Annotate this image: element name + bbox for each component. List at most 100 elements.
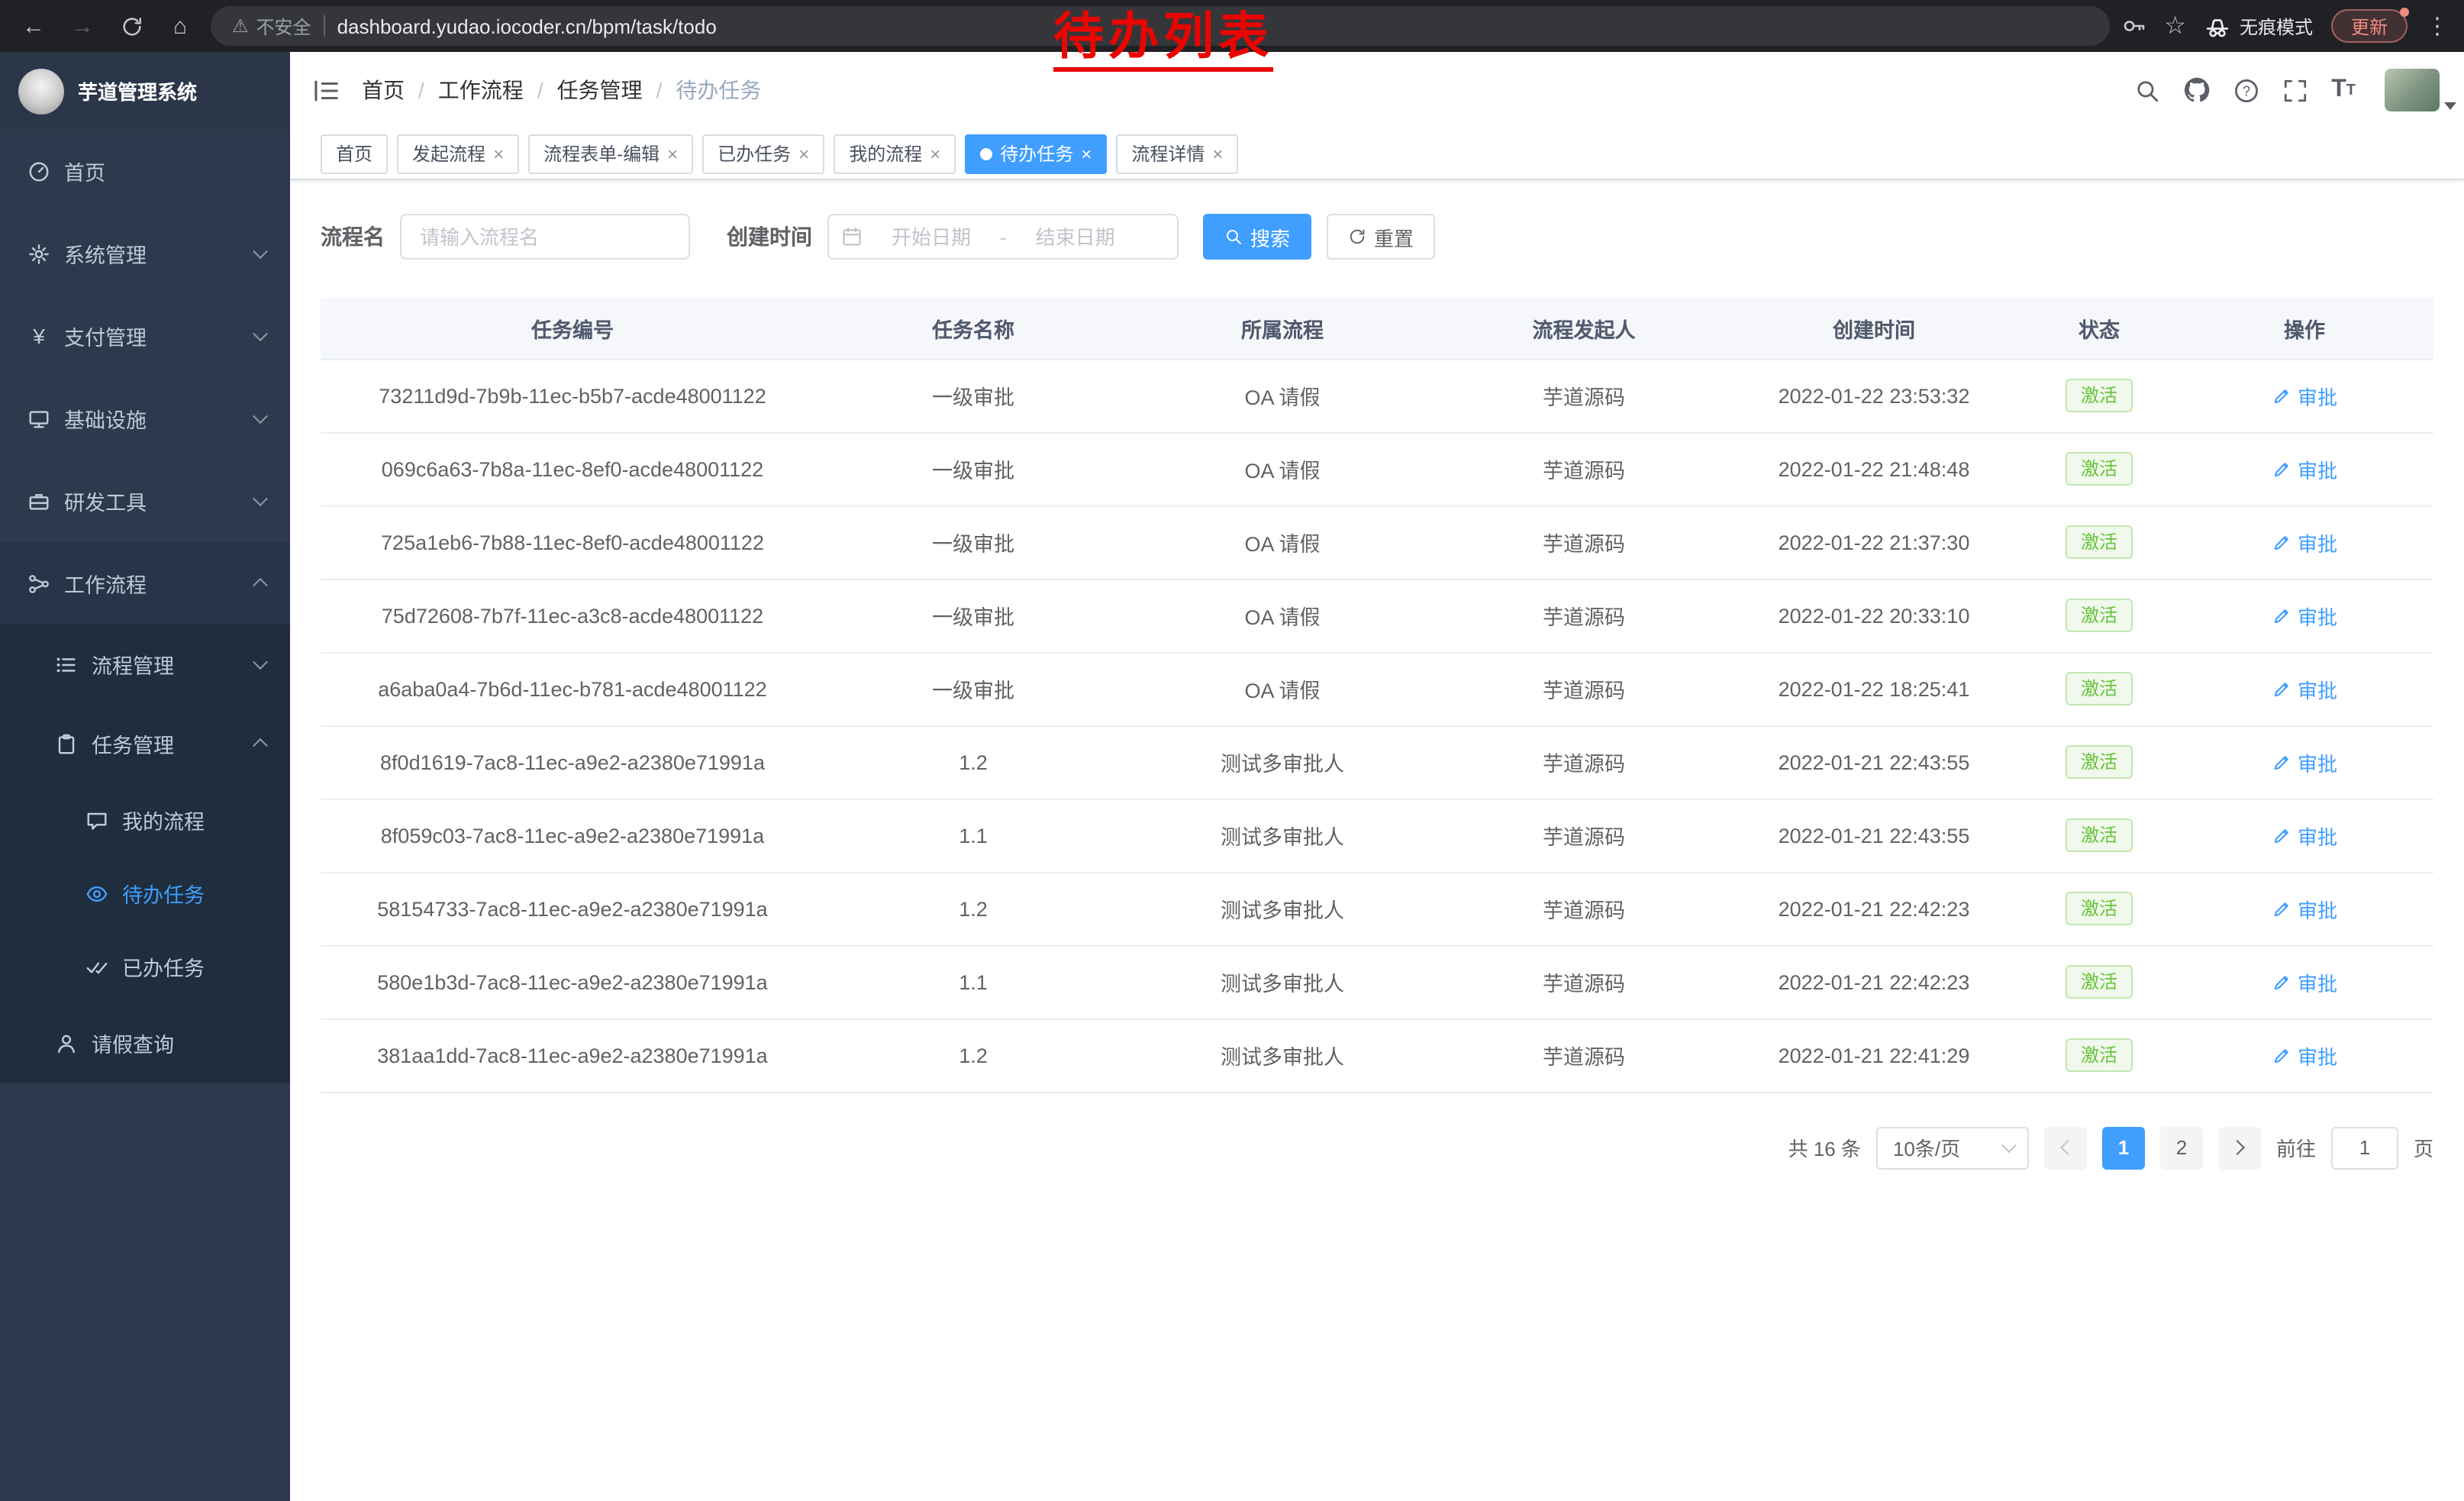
prev-page-button[interactable] (2044, 1126, 2087, 1169)
approve-link[interactable]: 审批 (2272, 894, 2337, 923)
update-button[interactable]: 更新 (2331, 9, 2408, 43)
page-size-select[interactable]: 10条/页 (1876, 1126, 2029, 1169)
tab-process-detail[interactable]: 流程详情 × (1116, 134, 1238, 173)
double-check-icon (85, 955, 108, 978)
sidebar-item-leave-query[interactable]: 请假查询 (0, 1003, 290, 1083)
sidebar-item-devtools[interactable]: 研发工具 (0, 460, 290, 542)
reset-button[interactable]: 重置 (1327, 214, 1435, 260)
sidebar-fold-icon[interactable] (311, 76, 340, 105)
breadcrumb-item[interactable]: 任务管理 (557, 75, 643, 105)
breadcrumb-separator: / (537, 78, 543, 102)
close-icon[interactable]: × (1081, 144, 1092, 163)
breadcrumb-item[interactable]: 工作流程 (438, 75, 524, 105)
sidebar-item-infra[interactable]: 基础设施 (0, 377, 290, 460)
table-row: 8f0d1619-7ac8-11ec-a9e2-a2380e71991a 1.2… (321, 725, 2433, 799)
warning-icon: ⚠ (232, 15, 249, 37)
approve-link[interactable]: 审批 (2272, 747, 2337, 776)
user-avatar[interactable] (2385, 69, 2440, 111)
help-icon[interactable]: ? (2233, 77, 2259, 103)
status-cell: 激活 (2023, 505, 2175, 579)
sidebar-item-system[interactable]: 系统管理 (0, 212, 290, 295)
column-header: 状态 (2023, 298, 2175, 359)
avatar (2385, 69, 2440, 111)
tab-home[interactable]: 首页 (321, 134, 388, 173)
start-date-input[interactable] (869, 225, 994, 248)
task-name-cell: 1.1 (824, 799, 1122, 872)
table-row: a6aba0a4-7b6d-11ec-b781-acde48001122 一级审… (321, 652, 2433, 725)
close-icon[interactable]: × (798, 144, 809, 163)
initiator-cell: 芋道源码 (1443, 579, 1725, 652)
sidebar-item-label: 基础设施 (64, 403, 147, 434)
approve-link[interactable]: 审批 (2272, 381, 2337, 410)
process-name-input[interactable] (400, 214, 690, 260)
browser-forward-icon[interactable]: → (64, 8, 101, 44)
key-icon[interactable] (2121, 14, 2146, 38)
search-button[interactable]: 搜索 (1203, 214, 1311, 260)
sidebar-item-label: 工作流程 (64, 568, 147, 599)
annotation-text: 待办列表 (1053, 9, 1273, 73)
incognito-badge: 无痕模式 (2204, 13, 2313, 39)
workflow-icon (27, 572, 50, 595)
search-icon[interactable] (2134, 77, 2160, 103)
next-page-button[interactable] (2218, 1126, 2261, 1169)
tab-form-edit[interactable]: 流程表单-编辑 × (528, 134, 693, 173)
main-area: 首页 / 工作流程 / 任务管理 / 待办任务 (290, 52, 2464, 1501)
approve-link[interactable]: 审批 (2272, 674, 2337, 703)
tab-start-process[interactable]: 发起流程 × (397, 134, 519, 173)
sidebar-item-home[interactable]: 首页 (0, 130, 290, 212)
approve-link[interactable]: 审批 (2272, 601, 2337, 630)
logo-bar[interactable]: 芋道管理系统 (0, 52, 290, 130)
browser-home-icon[interactable]: ⌂ (162, 8, 198, 44)
close-icon[interactable]: × (493, 144, 504, 163)
refresh-icon (1348, 228, 1366, 246)
breadcrumb-separator: / (656, 78, 663, 102)
sidebar-item-payment[interactable]: ¥ 支付管理 (0, 295, 290, 377)
approve-link-label: 审批 (2298, 381, 2337, 410)
approve-link-label: 审批 (2298, 967, 2337, 996)
breadcrumb-item[interactable]: 首页 (362, 75, 405, 105)
security-chip[interactable]: ⚠ 不安全 (232, 13, 311, 39)
edit-pencil-icon (2272, 459, 2291, 479)
approve-link[interactable]: 审批 (2272, 454, 2337, 483)
end-date-input[interactable] (1013, 225, 1138, 248)
browser-back-icon[interactable]: ← (15, 8, 52, 44)
sidebar-item-my-process[interactable]: 我的流程 (0, 783, 290, 857)
initiator-cell: 芋道源码 (1443, 652, 1725, 725)
sidebar-item-process-mgmt[interactable]: 流程管理 (0, 625, 290, 704)
task-name-cell: 1.2 (824, 1018, 1122, 1092)
bookmark-star-icon[interactable]: ☆ (2164, 11, 2186, 41)
tab-done-tasks[interactable]: 已办任务 × (702, 134, 824, 173)
chevron-down-icon (253, 326, 268, 341)
approve-link[interactable]: 审批 (2272, 528, 2337, 557)
browser-refresh-icon[interactable] (113, 8, 150, 44)
browser-menu-icon[interactable]: ⋮ (2426, 12, 2449, 40)
date-separator: - (1000, 225, 1007, 248)
sidebar-item-workflow[interactable]: 工作流程 (0, 542, 290, 625)
edit-pencil-icon (2272, 679, 2291, 699)
goto-page-input[interactable] (2331, 1126, 2398, 1169)
font-size-icon[interactable]: TT (2331, 76, 2356, 104)
github-icon[interactable] (2183, 76, 2211, 104)
person-icon (55, 1031, 78, 1054)
close-icon[interactable]: × (1212, 144, 1223, 163)
close-icon[interactable]: × (667, 144, 678, 163)
sidebar-item-todo-tasks[interactable]: 待办任务 (0, 857, 290, 930)
page-button-2[interactable]: 2 (2160, 1126, 2203, 1169)
chevron-down-icon (253, 654, 268, 670)
sidebar-item-label: 已办任务 (122, 951, 205, 982)
sidebar-item-task-mgmt[interactable]: 任务管理 (0, 704, 290, 783)
sidebar-item-done-tasks[interactable]: 已办任务 (0, 930, 290, 1003)
action-cell: 审批 (2175, 799, 2433, 872)
tab-todo-tasks[interactable]: 待办任务 × (965, 134, 1107, 173)
incognito-icon (2204, 13, 2230, 39)
approve-link[interactable]: 审批 (2272, 1041, 2337, 1070)
approve-link[interactable]: 审批 (2272, 821, 2337, 850)
date-range-picker[interactable]: - (827, 214, 1179, 260)
tab-my-process[interactable]: 我的流程 × (834, 134, 956, 173)
process-cell: 测试多审批人 (1122, 725, 1443, 799)
close-icon[interactable]: × (930, 144, 940, 163)
fullscreen-icon[interactable] (2282, 77, 2308, 103)
page-button-1[interactable]: 1 (2102, 1126, 2145, 1169)
status-cell: 激活 (2023, 652, 2175, 725)
approve-link[interactable]: 审批 (2272, 967, 2337, 996)
